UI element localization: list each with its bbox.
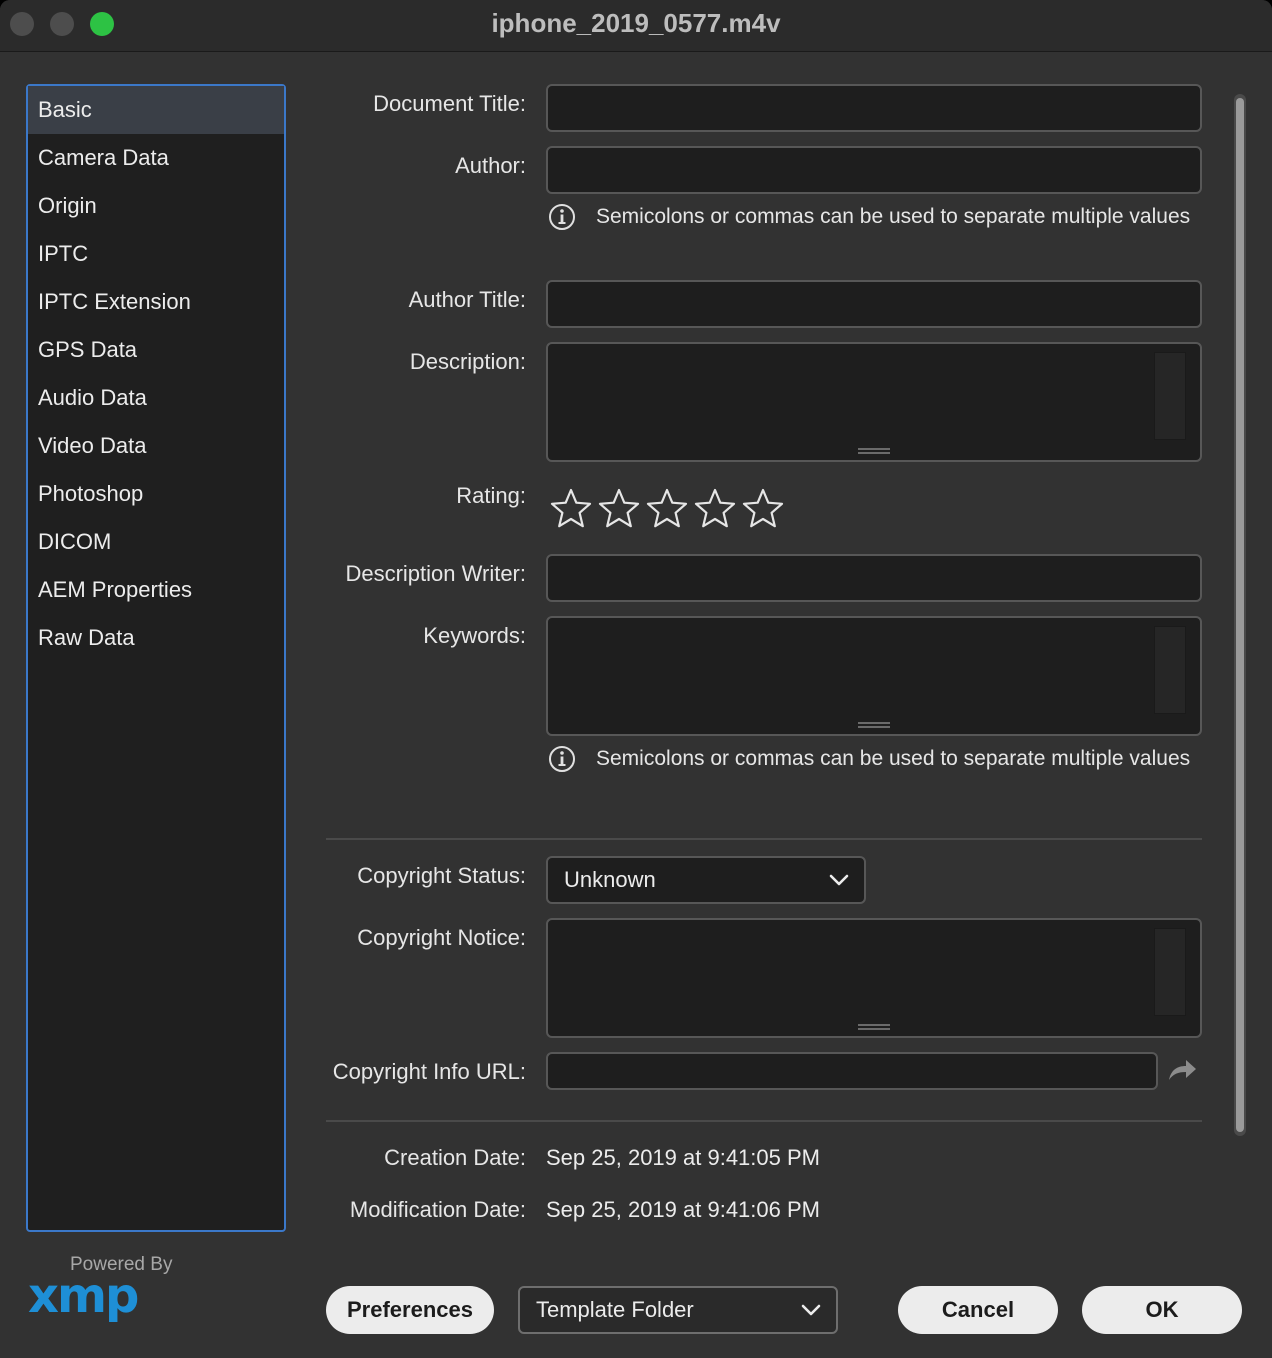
sidebar-item-raw-data[interactable]: Raw Data [28,614,284,662]
sidebar-item-video-data[interactable]: Video Data [28,422,284,470]
star-4-icon[interactable] [694,487,736,529]
sidebar-item-dicom[interactable]: DICOM [28,518,284,566]
copyright-status-select[interactable]: Unknown [546,856,866,904]
cancel-button[interactable]: Cancel [898,1286,1058,1334]
author-title-label: Author Title: [408,287,526,312]
copyright-notice-label: Copyright Notice: [357,925,526,950]
description-label: Description: [409,349,526,374]
copyright-url-field[interactable] [546,1052,1158,1090]
creation-date-value: Sep 25, 2019 at 9:41:05 PM [546,1145,820,1170]
section-divider [326,1120,1202,1122]
description-resize-grip-icon[interactable] [858,448,890,454]
copyright-notice-scrollbar[interactable] [1154,928,1186,1016]
creation-date-label: Creation Date: [384,1145,526,1170]
document-title-label: Document Title: [373,91,526,116]
star-3-icon[interactable] [646,487,688,529]
sidebar-item-audio-data[interactable]: Audio Data [28,374,284,422]
description-scrollbar[interactable] [1154,352,1186,440]
sidebar-item-origin[interactable]: Origin [28,182,284,230]
info-icon [549,204,575,230]
document-title-field[interactable] [546,84,1202,132]
sidebar-item-basic[interactable]: Basic [28,86,284,134]
author-label: Author: [455,153,526,178]
chevron-down-icon [801,1304,821,1316]
window-title: iphone_2019_0577.m4v [491,8,781,38]
star-2-icon[interactable] [598,487,640,529]
form-scrollbar-thumb[interactable] [1236,98,1244,1132]
keywords-hint-text: Semicolons or commas can be used to sepa… [596,747,1191,770]
keywords-resize-grip-icon[interactable] [858,722,890,728]
keywords-label: Keywords: [423,623,526,648]
svg-text:xmp: xmp [28,1272,138,1324]
go-to-url-arrow-icon[interactable] [1166,1056,1198,1084]
chevron-down-icon [829,874,849,886]
sidebar-item-aem-properties[interactable]: AEM Properties [28,566,284,614]
description-writer-label: Description Writer: [345,561,526,586]
star-5-icon[interactable] [742,487,784,529]
rating-label: Rating: [456,483,526,508]
sidebar-item-iptc[interactable]: IPTC [28,230,284,278]
info-icon [549,746,575,772]
xmp-logo: xmp [28,1272,140,1324]
star-1-icon[interactable] [550,487,592,529]
copyright-notice-textarea[interactable] [546,918,1202,1038]
ok-button[interactable]: OK [1082,1286,1242,1334]
modification-date-label: Modification Date: [349,1197,526,1222]
keywords-textarea[interactable] [546,616,1202,736]
template-folder-dropdown[interactable]: Template Folder [518,1286,838,1334]
section-divider [326,838,1202,840]
sidebar-item-gps-data[interactable]: GPS Data [28,326,284,374]
description-writer-field[interactable] [546,554,1202,602]
author-title-field[interactable] [546,280,1202,328]
sidebar-item-camera-data[interactable]: Camera Data [28,134,284,182]
keywords-scrollbar[interactable] [1154,626,1186,714]
copyright-url-label: Copyright Info URL: [332,1059,526,1084]
form-scrollbar[interactable] [1234,94,1246,1136]
sidebar-item-photoshop[interactable]: Photoshop [28,470,284,518]
category-sidebar: Basic Camera Data Origin IPTC IPTC Exten… [26,84,286,1232]
modification-date-value: Sep 25, 2019 at 9:41:06 PM [546,1197,820,1222]
preferences-button[interactable]: Preferences [326,1286,494,1334]
author-hint: Semicolons or commas can be used to sepa… [548,203,1190,231]
template-folder-label: Template Folder [536,1297,694,1322]
title-bar: iphone_2019_0577.m4v [0,0,1272,52]
sidebar-item-iptc-extension[interactable]: IPTC Extension [28,278,284,326]
rating-stars [550,487,784,529]
description-textarea[interactable] [546,342,1202,462]
metadata-dialog: iphone_2019_0577.m4v Basic Camera Data O… [0,0,1272,1358]
author-field[interactable] [546,146,1202,194]
keywords-hint: Semicolons or commas can be used to sepa… [548,745,1190,773]
copyright-notice-resize-grip-icon[interactable] [858,1024,890,1030]
copyright-status-value: Unknown [564,867,656,892]
copyright-status-label: Copyright Status: [357,863,526,888]
author-hint-text: Semicolons or commas can be used to sepa… [596,205,1191,228]
